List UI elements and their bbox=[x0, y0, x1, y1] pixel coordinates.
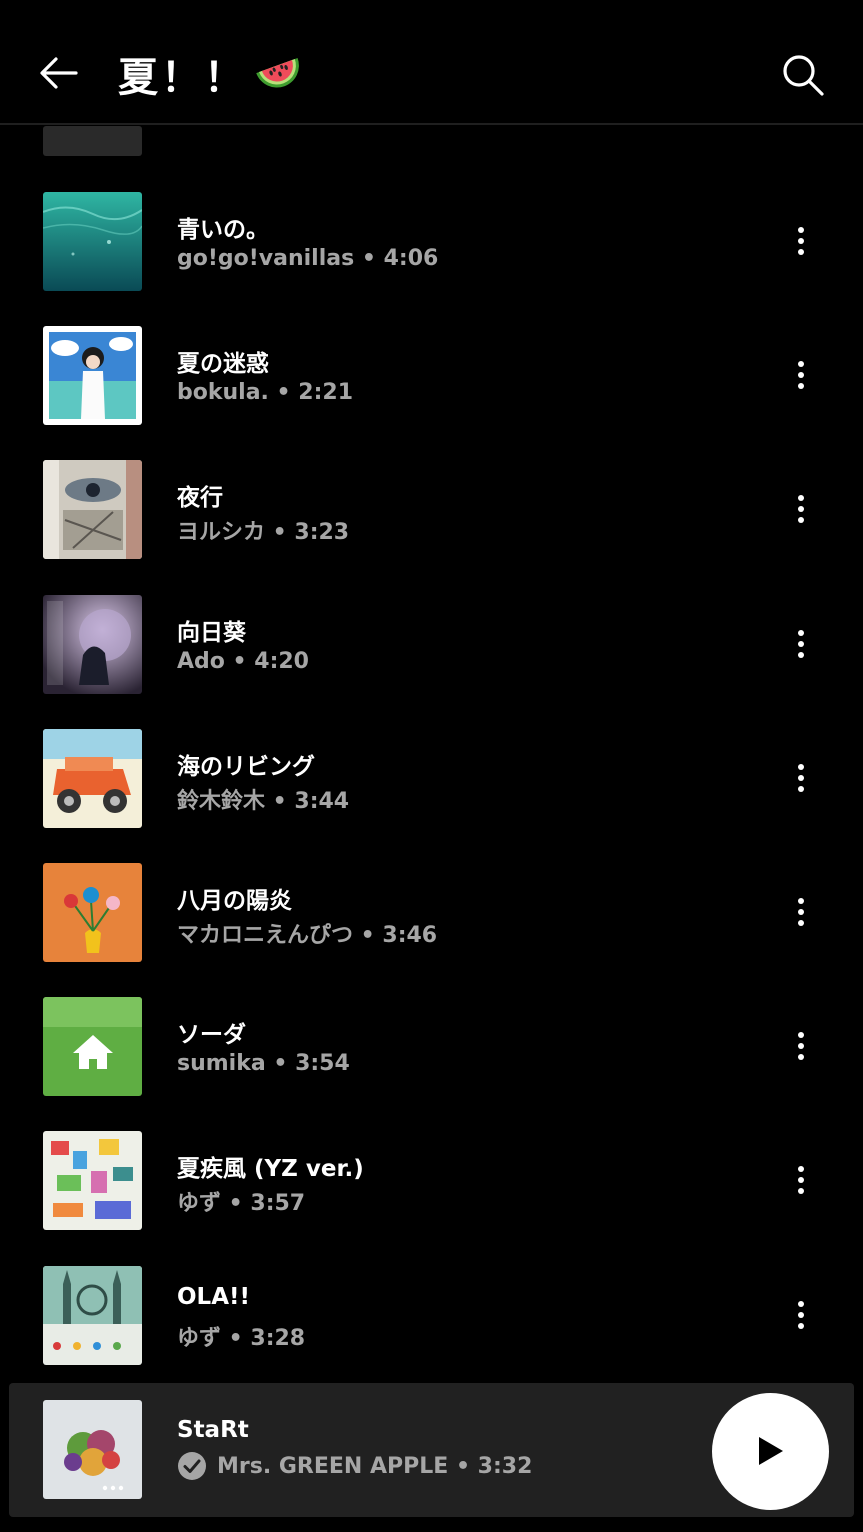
album-art bbox=[43, 594, 142, 694]
track-artist-duration: ゆず • 3:28 bbox=[177, 1325, 306, 1351]
more-vert-icon bbox=[798, 1300, 804, 1329]
album-art bbox=[43, 862, 142, 962]
more-vert-icon bbox=[798, 763, 804, 792]
playlist-title-wrap: 夏！！ bbox=[118, 44, 305, 104]
track-row[interactable]: 夏の迷惑 bokula. • 2:21 bbox=[0, 308, 863, 442]
track-row[interactable]: 八月の陽炎 マカロニえんぴつ • 3:46 bbox=[0, 845, 863, 979]
cathedral-cover bbox=[43, 1265, 142, 1365]
more-vert-icon bbox=[798, 897, 804, 926]
now-playing-bar[interactable]: StaRt Mrs. GREEN APPLE • 3:32 bbox=[9, 1383, 854, 1517]
now-playing-album-art bbox=[43, 1400, 142, 1499]
track-row[interactable]: 夜行 ヨルシカ • 3:23 bbox=[0, 442, 863, 576]
arrow-left-icon bbox=[40, 57, 78, 89]
track-title: ソーダ bbox=[177, 1022, 246, 1049]
zanmu-cover bbox=[43, 594, 142, 694]
more-options-button[interactable] bbox=[786, 358, 816, 392]
track-artist-duration: sumika • 3:54 bbox=[177, 1051, 350, 1077]
track-row[interactable]: 青いの。 go!go!vanillas • 4:06 bbox=[0, 174, 863, 308]
more-vert-icon bbox=[798, 1032, 804, 1061]
track-row[interactable]: 向日葵 Ado • 4:20 bbox=[0, 577, 863, 711]
track-title: 夏疾風 (YZ ver.) bbox=[177, 1156, 364, 1183]
back-button[interactable] bbox=[36, 50, 82, 96]
track-title: 八月の陽炎 bbox=[177, 887, 292, 914]
orange-jeep-cover bbox=[43, 728, 142, 828]
album-art bbox=[43, 1131, 142, 1231]
now-playing-title: StaRt bbox=[177, 1417, 249, 1443]
album-art bbox=[43, 460, 142, 560]
track-artist-duration: 鈴木鈴木 • 3:44 bbox=[177, 788, 350, 814]
collage-eye-cover bbox=[43, 460, 142, 560]
pixel-city-cover bbox=[43, 1131, 142, 1231]
watermelon-icon bbox=[256, 58, 299, 88]
play-icon bbox=[759, 1437, 783, 1465]
track-row[interactable]: ソーダ sumika • 3:54 bbox=[0, 979, 863, 1113]
house-grass-cover bbox=[43, 997, 142, 1097]
track-artist-duration: ゆず • 3:57 bbox=[177, 1191, 306, 1217]
more-options-button[interactable] bbox=[786, 1029, 816, 1063]
track-title: 向日葵 bbox=[177, 619, 246, 646]
album-art bbox=[43, 326, 142, 426]
track-row[interactable]: 夏疾風 (YZ ver.) ゆず • 3:57 bbox=[0, 1113, 863, 1247]
search-icon bbox=[783, 55, 824, 96]
track-title: 夏の迷惑 bbox=[177, 351, 269, 378]
track-title: 夜行 bbox=[177, 485, 223, 512]
track-artist-duration: bokula. • 2:21 bbox=[177, 380, 353, 406]
more-options-button[interactable] bbox=[786, 895, 816, 929]
partially-hidden-album-art bbox=[43, 126, 142, 156]
more-vert-icon bbox=[798, 495, 804, 524]
more-vert-icon bbox=[798, 629, 804, 658]
girl-beach-cover bbox=[43, 326, 142, 426]
more-options-button[interactable] bbox=[786, 627, 816, 661]
track-row[interactable]: OLA!! ゆず • 3:28 bbox=[0, 1248, 863, 1382]
now-playing-artist-duration: Mrs. GREEN APPLE • 3:32 bbox=[217, 1453, 533, 1479]
track-artist-duration: Ado • 4:20 bbox=[177, 648, 309, 674]
track-title: 青いの。 bbox=[177, 217, 269, 243]
search-button[interactable] bbox=[778, 50, 828, 100]
more-options-button[interactable] bbox=[786, 1298, 816, 1332]
track-artist-duration: go!go!vanillas • 4:06 bbox=[177, 246, 439, 271]
more-options-button[interactable] bbox=[786, 1163, 816, 1197]
more-options-button[interactable] bbox=[786, 761, 816, 795]
now-playing-meta: Mrs. GREEN APPLE • 3:32 bbox=[177, 1451, 532, 1481]
album-art bbox=[43, 728, 142, 828]
underwater-cover bbox=[43, 192, 142, 291]
album-art bbox=[43, 192, 142, 291]
track-artist-duration: ヨルシカ • 3:23 bbox=[177, 520, 350, 546]
more-vert-icon bbox=[798, 1166, 804, 1195]
more-vert-icon bbox=[798, 361, 804, 390]
more-vert-icon bbox=[798, 227, 804, 255]
album-art bbox=[43, 1265, 142, 1365]
top-app-bar: 夏！！ bbox=[0, 0, 863, 125]
more-options-button[interactable] bbox=[786, 492, 816, 526]
flowers-vase-cover bbox=[43, 862, 142, 962]
more-options-button[interactable] bbox=[786, 224, 816, 258]
track-artist-duration: マカロニえんぴつ • 3:46 bbox=[177, 922, 438, 948]
playlist-title: 夏！！ bbox=[118, 55, 247, 101]
play-button[interactable] bbox=[712, 1393, 829, 1510]
track-row[interactable]: 海のリビング 鈴木鈴木 • 3:44 bbox=[0, 711, 863, 845]
track-title: 海のリビング bbox=[177, 753, 315, 780]
check-circle-icon bbox=[178, 1452, 206, 1480]
album-art bbox=[43, 997, 142, 1097]
track-title: OLA!! bbox=[177, 1283, 250, 1310]
fruit-bouquet-cover bbox=[43, 1400, 142, 1499]
track-list: 青いの。 go!go!vanillas • 4:06 夏の迷惑 bokula. … bbox=[0, 174, 863, 1382]
